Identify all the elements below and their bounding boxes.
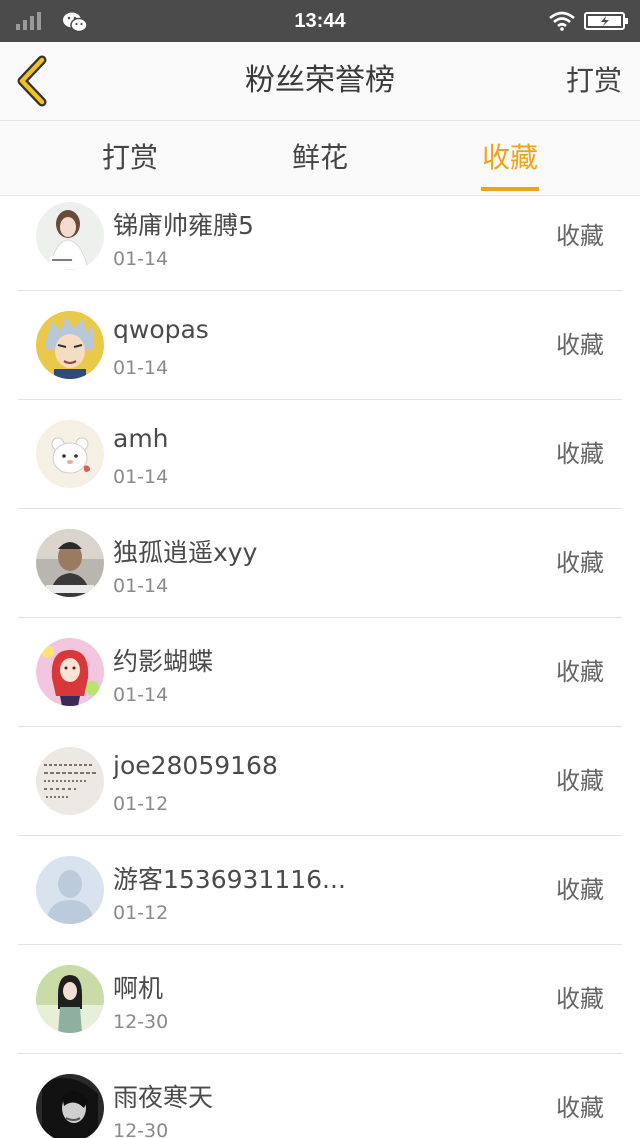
fan-date: 01-14 [113, 684, 169, 706]
fan-date: 01-12 [113, 902, 169, 924]
back-button[interactable] [12, 54, 56, 108]
fan-date: 01-14 [113, 575, 169, 597]
status-time: 13:44 [294, 10, 346, 32]
list-item[interactable]: joe28059168 01-12 收藏 [18, 727, 622, 836]
anime-girl-avatar-icon [36, 638, 104, 706]
avatar [36, 311, 104, 379]
fan-action-type: 收藏 [556, 767, 604, 795]
selfie-avatar-icon [36, 529, 104, 597]
tab-favorites[interactable]: 收藏 [450, 121, 570, 195]
status-bar: 13:44 [0, 0, 640, 42]
avatar [36, 420, 104, 488]
fan-date: 01-12 [113, 793, 169, 815]
fan-date: 12-30 [113, 1011, 169, 1033]
list-item[interactable]: amh 01-14 收藏 [18, 400, 622, 509]
avatar [36, 1074, 104, 1138]
fan-date: 01-14 [113, 357, 169, 379]
fan-name: amh [113, 424, 169, 453]
default-user-avatar-icon [36, 856, 104, 924]
tab-favorites-label: 收藏 [481, 141, 538, 174]
fan-action-type: 收藏 [556, 549, 604, 577]
fan-action-type: 收藏 [556, 876, 604, 904]
avatar [36, 856, 104, 924]
battery-icon [584, 11, 630, 35]
fan-list[interactable]: 锑庯帅雍膊5 01-14 收藏 qwopas 01-14 收藏 amh 01-1… [0, 196, 640, 1138]
tab-bar: 打赏 鲜花 收藏 [0, 121, 640, 196]
avatar [36, 747, 104, 815]
wifi-icon [548, 11, 576, 35]
fan-action-type: 收藏 [556, 1094, 604, 1122]
list-item[interactable]: 独孤逍遥xyy 01-14 收藏 [18, 509, 622, 618]
handwriting-avatar-icon [36, 747, 104, 815]
page-title: 粉丝荣誉榜 [245, 63, 395, 98]
list-item[interactable]: 啊机 12-30 收藏 [18, 945, 622, 1054]
fan-action-type: 收藏 [556, 331, 604, 359]
list-item[interactable]: 游客1536931116... 01-12 收藏 [18, 836, 622, 945]
fan-name: joe28059168 [113, 751, 278, 780]
tab-active-indicator [481, 187, 539, 191]
avatar [36, 638, 104, 706]
back-arrow-icon [17, 55, 47, 107]
girl-nature-avatar-icon [36, 965, 104, 1033]
anime-boy-avatar-icon [36, 311, 104, 379]
fan-name: 雨夜寒天 [113, 1083, 214, 1112]
dark-portrait-avatar-icon [36, 1074, 104, 1138]
tab-tip[interactable]: 打赏 [70, 121, 190, 195]
avatar [36, 965, 104, 1033]
fan-action-type: 收藏 [556, 985, 604, 1013]
tip-button[interactable]: 打赏 [566, 42, 622, 120]
tab-flowers[interactable]: 鲜花 [260, 121, 380, 195]
fan-action-type: 收藏 [556, 222, 604, 250]
fan-action-type: 收藏 [556, 440, 604, 468]
avatar [36, 202, 104, 270]
fan-name: qwopas [113, 315, 209, 344]
header: 粉丝荣誉榜 打赏 [0, 42, 640, 121]
list-item[interactable]: qwopas 01-14 收藏 [18, 291, 622, 400]
fan-name: 独孤逍遥xyy [113, 538, 258, 567]
avatar [36, 529, 104, 597]
cartoon-bear-avatar-icon [36, 420, 104, 488]
fan-name: 约影蝴蝶 [113, 647, 214, 676]
list-item[interactable]: 锑庯帅雍膊5 01-14 收藏 [18, 196, 622, 291]
fan-name: 游客1536931116... [113, 865, 346, 894]
list-item[interactable]: 约影蝴蝶 01-14 收藏 [18, 618, 622, 727]
girl-photo-avatar-icon [36, 202, 104, 270]
fan-date: 01-14 [113, 248, 169, 270]
fan-date: 12-30 [113, 1120, 169, 1138]
list-item[interactable]: 雨夜寒天 12-30 收藏 [18, 1054, 622, 1138]
fan-name: 啊机 [113, 974, 164, 1003]
fan-action-type: 收藏 [556, 658, 604, 686]
fan-date: 01-14 [113, 466, 169, 488]
fan-name: 锑庯帅雍膊5 [113, 211, 254, 240]
